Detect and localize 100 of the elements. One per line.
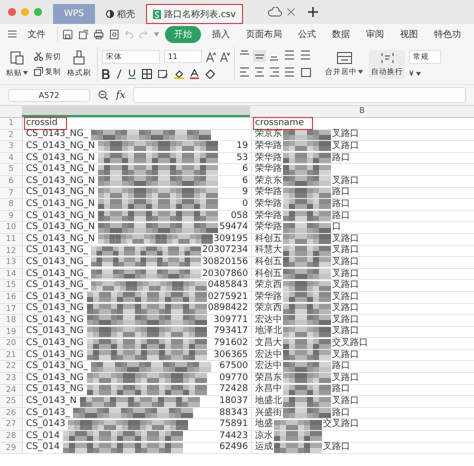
table-cell: 路口: [331, 152, 351, 164]
table-cell-text: 309771: [212, 314, 249, 326]
row-number[interactable]: 19: [0, 326, 23, 338]
clipboard-icon: [10, 50, 24, 65]
menu-tab[interactable]: 公式: [293, 26, 322, 42]
row-number[interactable]: 13: [0, 257, 23, 268]
grow-font-icon[interactable]: [206, 52, 216, 62]
row-number[interactable]: 11: [0, 234, 23, 245]
row-number[interactable]: 15: [0, 280, 23, 291]
table-cell: CS_0143_NG: [25, 372, 85, 384]
pixelated-redaction: [283, 315, 331, 326]
row-number[interactable]: 27: [0, 419, 23, 430]
table-cell: 荣京西: [254, 303, 283, 314]
row-number[interactable]: 18: [0, 315, 23, 326]
menu-tab[interactable]: 审阅: [361, 26, 390, 42]
file-menu[interactable]: 文件: [22, 26, 51, 42]
row-number[interactable]: 21: [0, 350, 23, 360]
font-color-icon[interactable]: [190, 68, 199, 78]
cell-reference-field[interactable]: A572: [8, 88, 90, 102]
save-icon[interactable]: [63, 28, 73, 40]
close-icon[interactable]: [286, 8, 295, 16]
row-number[interactable]: 25: [0, 396, 23, 407]
eraser-icon[interactable]: [205, 68, 215, 78]
row-number[interactable]: 2: [0, 130, 23, 140]
row-number[interactable]: 24: [0, 384, 23, 396]
cloud-icon[interactable]: [268, 7, 282, 17]
pixelated-redaction: [283, 141, 331, 152]
row-number[interactable]: 4: [0, 152, 23, 164]
row-number[interactable]: 7: [0, 188, 23, 198]
table-cell-text: 荣华路: [254, 152, 283, 164]
menu-tab[interactable]: 开始: [165, 26, 202, 42]
row-number[interactable]: 17: [0, 304, 23, 314]
table-cell: 荣华路: [254, 140, 283, 152]
table-cell-text: 叉路口: [331, 372, 360, 384]
row-number[interactable]: 23: [0, 373, 23, 384]
export-icon[interactable]: [78, 28, 88, 40]
document-tab[interactable]: 路口名称列表.csv: [146, 4, 243, 24]
row-number[interactable]: 1: [0, 118, 23, 129]
menu-tab[interactable]: 数据: [327, 26, 356, 42]
pixelated-redaction: [283, 362, 331, 372]
table-cell-text: 20307234: [201, 245, 249, 256]
pixelated-redaction: [283, 153, 331, 164]
shrink-font-icon[interactable]: [220, 52, 230, 62]
underline-icon[interactable]: [128, 68, 136, 78]
row-number[interactable]: 26: [0, 408, 23, 418]
add-tab-icon[interactable]: [308, 7, 318, 17]
table-cell: 荣京东: [254, 129, 283, 140]
print-icon[interactable]: [94, 28, 104, 40]
preview-icon[interactable]: [110, 28, 119, 40]
table-cell-text: 叉路口: [331, 314, 360, 326]
table-cell-text: 67500: [218, 361, 249, 372]
menu-tab[interactable]: 视图: [395, 26, 424, 42]
row-number[interactable]: 10: [0, 222, 23, 233]
table-cell-text: 30820156: [201, 256, 249, 268]
table-cell: CS_014: [25, 442, 61, 454]
row-number[interactable]: 22: [0, 361, 23, 372]
row-number[interactable]: 14: [0, 268, 23, 280]
table-cell: CS_0143_NG_: [25, 268, 90, 280]
row-number[interactable]: 29: [0, 442, 23, 454]
borders-icon[interactable]: [142, 68, 152, 78]
document-tab[interactable]: WPS: [53, 4, 95, 24]
row-number[interactable]: 5: [0, 164, 23, 175]
document-tab[interactable]: 稻壳: [100, 4, 141, 24]
table-cell: 荣华路: [254, 164, 283, 176]
italic-icon[interactable]: [116, 68, 122, 78]
table-cell-text: 6: [241, 164, 249, 176]
pixelated-redaction: [283, 199, 331, 210]
zoom-icon[interactable]: [98, 90, 108, 100]
row-number[interactable]: 28: [0, 431, 23, 442]
row-number[interactable]: 8: [0, 199, 23, 210]
table-cell-text: 凉水: [254, 430, 274, 442]
menu-icon[interactable]: [8, 30, 17, 38]
menu-tab[interactable]: 插入: [207, 26, 236, 42]
spreadsheet-icon: [153, 10, 161, 18]
row-number[interactable]: 9: [0, 210, 23, 222]
row-number[interactable]: 6: [0, 176, 23, 187]
fill-color-icon[interactable]: [174, 68, 184, 78]
pixelated-redaction: [283, 280, 331, 291]
table-cell: crossid: [25, 118, 66, 129]
row-number[interactable]: 20: [0, 338, 23, 349]
function-button[interactable]: fx: [116, 90, 126, 100]
table-cell-text: 9: [241, 187, 249, 198]
dropdown-icon[interactable]: [154, 32, 160, 36]
menu-tab[interactable]: 特色功: [429, 26, 466, 42]
row-number[interactable]: 3: [0, 141, 23, 152]
formula-field[interactable]: [133, 87, 466, 103]
pixelated-redaction: [283, 292, 331, 302]
table-cell-text: 058: [230, 210, 249, 222]
table-cell-text: 75891: [218, 419, 249, 430]
row-number[interactable]: 16: [0, 292, 23, 302]
pixelated-redaction: [283, 338, 331, 349]
table-cell-text: 306365: [212, 350, 249, 361]
brush-icon: [73, 50, 85, 65]
table-cell: 路口: [331, 198, 351, 210]
table-cell: 宏达中: [254, 361, 283, 372]
menu-tab[interactable]: 页面布局: [241, 26, 288, 42]
close-window-icon[interactable]: [8, 8, 16, 16]
bold-icon[interactable]: [102, 68, 110, 78]
row-number[interactable]: 12: [0, 246, 23, 256]
cell-style-icon[interactable]: [158, 68, 168, 78]
